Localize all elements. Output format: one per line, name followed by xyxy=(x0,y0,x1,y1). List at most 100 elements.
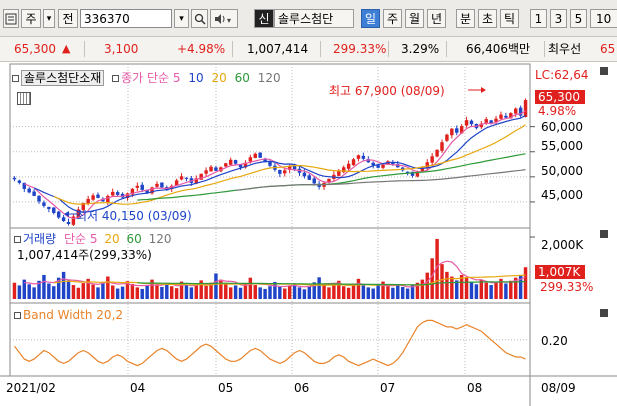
volume-bar xyxy=(386,286,390,299)
candle-body xyxy=(96,194,100,198)
bw-y-tick: 0.20 xyxy=(541,334,568,348)
volume-bar xyxy=(130,283,135,299)
volume-bar xyxy=(425,272,429,299)
candle-body xyxy=(351,159,356,166)
price-legend: 솔루스첨단소재 종가 단순 5 10 20 60 120 xyxy=(12,69,281,86)
candle-body xyxy=(27,188,31,193)
volume-bar xyxy=(47,283,51,299)
trade-amount: 66,406백만 xyxy=(466,42,531,56)
volume-bar xyxy=(341,286,346,299)
type-dropdown-icon[interactable]: ▾ xyxy=(43,9,55,28)
volume-bar xyxy=(440,264,444,299)
volume-bar xyxy=(494,281,498,299)
chart-area[interactable]: 솔루스첨단소재 종가 단순 5 10 20 60 120 최고 67,900 (… xyxy=(0,62,617,406)
volume-bar xyxy=(287,285,292,299)
x-label-05: 05 xyxy=(218,381,234,395)
period-year[interactable]: 년 xyxy=(427,9,446,28)
candle-body xyxy=(469,120,474,125)
change-percent: +4.98% xyxy=(177,42,226,56)
legend-ma20: 20 xyxy=(211,71,227,85)
candle-body xyxy=(430,156,434,163)
volume-bar xyxy=(12,282,17,299)
volume-bar xyxy=(455,280,459,299)
candle-body xyxy=(91,195,95,200)
chart-menu-icon[interactable] xyxy=(3,9,19,28)
current-price-tag: 65,300 xyxy=(535,90,585,104)
candle-body xyxy=(214,167,218,171)
speaker-icon[interactable]: ▾ xyxy=(210,9,238,28)
volume-bar xyxy=(302,289,307,299)
volume-bar xyxy=(400,286,405,299)
period-day[interactable]: 일 xyxy=(361,9,380,28)
period-second[interactable]: 초 xyxy=(478,9,497,28)
volume-bar xyxy=(484,282,488,299)
price-close-icon[interactable] xyxy=(600,67,608,75)
volume-bar xyxy=(356,278,361,299)
legend-bandwidth: Band Width 20,2 xyxy=(23,308,124,322)
field-label[interactable]: 전 xyxy=(58,9,78,28)
new-badge[interactable]: 신 xyxy=(254,9,274,28)
volume-bar xyxy=(101,281,105,299)
candle-body xyxy=(356,155,361,159)
volume-bar xyxy=(42,274,46,299)
volume-bar xyxy=(297,287,302,299)
period-minute[interactable]: 분 xyxy=(456,9,475,28)
x-label-08: 08 xyxy=(467,381,483,395)
volume-bar xyxy=(509,280,513,299)
volume-close-icon[interactable] xyxy=(600,230,608,238)
type-select[interactable]: 주 xyxy=(21,9,41,28)
interval-1[interactable]: 1 xyxy=(530,9,547,28)
period-tick[interactable]: 틱 xyxy=(500,9,519,28)
volume-bar xyxy=(61,271,66,299)
volume-bar xyxy=(27,284,31,299)
volume-bar xyxy=(194,285,199,299)
candle-body xyxy=(140,184,144,190)
bw-close-icon[interactable] xyxy=(600,309,608,317)
x-label-2021-02: 2021/02 xyxy=(6,381,56,395)
y-tick-45000: 45,000 xyxy=(541,188,583,202)
interval-10[interactable]: 10 xyxy=(590,9,617,28)
volume-bar xyxy=(445,271,449,299)
x-label-07: 07 xyxy=(380,381,396,395)
legend-vol-ma60: 60 xyxy=(126,232,142,246)
volume-bar xyxy=(332,285,336,299)
volume-bar xyxy=(366,287,371,299)
candle-body xyxy=(258,152,262,158)
volume-bar xyxy=(140,288,144,299)
current-price: 65,300 xyxy=(14,42,56,56)
volume-bar xyxy=(32,287,36,299)
period-month[interactable]: 월 xyxy=(405,9,424,28)
volume-bar xyxy=(174,288,179,299)
volume-bar xyxy=(115,288,120,299)
legend-stock-name[interactable]: 솔루스첨단소재 xyxy=(21,70,105,86)
stock-code-input[interactable]: 336370 xyxy=(80,9,172,28)
candle-body xyxy=(464,120,469,126)
volume-bar xyxy=(258,287,262,299)
interval-5[interactable]: 5 xyxy=(570,9,587,28)
candle-body xyxy=(307,175,312,180)
interval-3[interactable]: 3 xyxy=(550,9,567,28)
code-dropdown-icon[interactable]: ▾ xyxy=(174,9,189,28)
best-quote-label: 최우선 xyxy=(548,42,582,56)
candle-body xyxy=(346,163,351,169)
volume-bar xyxy=(224,283,228,299)
volume-bar xyxy=(106,276,110,299)
volume-bar xyxy=(307,286,312,299)
volume-bar xyxy=(405,288,410,299)
period-week[interactable]: 주 xyxy=(383,9,402,28)
search-icon[interactable] xyxy=(191,9,208,28)
candle-body xyxy=(435,149,439,157)
table-icon[interactable] xyxy=(17,92,31,105)
candle-body xyxy=(224,163,228,167)
candle-body xyxy=(253,153,257,158)
volume-bar xyxy=(155,284,159,299)
volume-bar xyxy=(165,283,169,299)
volume-bar xyxy=(410,285,415,299)
candle-body xyxy=(32,191,36,196)
volume-bar xyxy=(523,267,528,299)
candle-body xyxy=(248,157,253,162)
candle-body xyxy=(513,108,518,114)
legend-vol-ma120: 120 xyxy=(148,232,172,246)
volume-bar xyxy=(322,284,326,299)
legend-ma10: 10 xyxy=(188,71,204,85)
